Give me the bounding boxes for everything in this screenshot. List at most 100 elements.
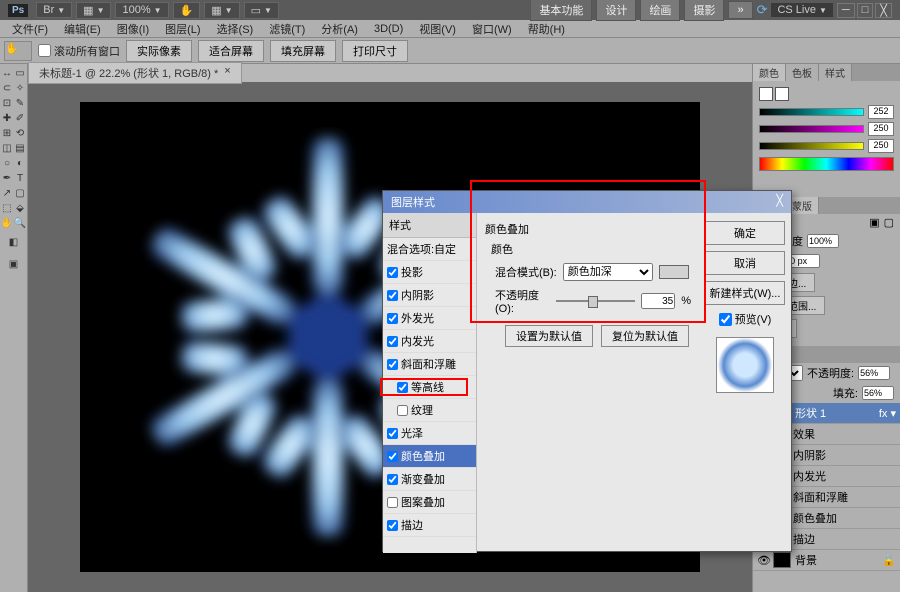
path-tool[interactable]: ↗ — [1, 186, 14, 201]
fg-swatch[interactable] — [759, 87, 773, 101]
preview-checkbox[interactable]: 预览(V) — [719, 311, 772, 327]
ok-button[interactable]: 确定 — [705, 221, 785, 245]
blur-tool[interactable]: ○ — [1, 156, 14, 171]
bg-swatch[interactable] — [775, 87, 789, 101]
hand-tool[interactable]: ✋ — [1, 216, 14, 231]
style-item-satin[interactable]: 光泽 — [383, 422, 476, 445]
set-default-button[interactable]: 设置为默认值 — [505, 325, 593, 347]
r-value[interactable]: 252 — [868, 105, 894, 119]
menu-analysis[interactable]: 分析(A) — [313, 21, 366, 37]
dialog-opacity-slider[interactable] — [556, 300, 635, 302]
lasso-tool[interactable]: ⊂ — [1, 81, 14, 96]
document-tab-close[interactable]: × — [224, 65, 230, 81]
menu-filter[interactable]: 滤镜(T) — [261, 21, 313, 37]
style-item-innerglow[interactable]: 内发光 — [383, 330, 476, 353]
workspace-photo[interactable]: 摄影 — [684, 0, 724, 21]
crop-tool[interactable]: ⊡ — [1, 96, 14, 111]
menu-edit[interactable]: 编辑(E) — [56, 21, 109, 37]
style-item-stroke[interactable]: 描边 — [383, 514, 476, 537]
menu-window[interactable]: 窗口(W) — [464, 21, 520, 37]
feather-input[interactable] — [788, 254, 820, 268]
fill-input[interactable] — [862, 386, 894, 400]
workspace-draw[interactable]: 绘画 — [640, 0, 680, 21]
dodge-tool[interactable]: ◐ — [14, 156, 27, 171]
hand-tool-icon[interactable]: ✋ — [173, 2, 201, 19]
cancel-button[interactable]: 取消 — [705, 251, 785, 275]
minimize-button[interactable]: ─ — [837, 3, 855, 18]
3d-tool[interactable]: ⬚ — [1, 201, 14, 216]
menu-file[interactable]: 文件(F) — [4, 21, 56, 37]
tab-color[interactable]: 颜色 — [753, 64, 786, 81]
g-slider[interactable] — [759, 125, 864, 133]
current-tool-icon[interactable]: ✋ — [4, 41, 32, 61]
gradient-tool[interactable]: ▤ — [14, 141, 27, 156]
style-item-dropshadow[interactable]: 投影 — [383, 261, 476, 284]
fit-screen-button[interactable]: 适合屏幕 — [198, 40, 264, 62]
3d-cam-tool[interactable]: ⬙ — [14, 201, 27, 216]
fill-screen-button[interactable]: 填充屏幕 — [270, 40, 336, 62]
stamp-tool[interactable]: ⊞ — [1, 126, 14, 141]
dialog-titlebar[interactable]: 图层样式 ╳ — [383, 191, 791, 213]
new-style-button[interactable]: 新建样式(W)... — [705, 281, 785, 305]
menu-layer[interactable]: 图层(L) — [157, 21, 208, 37]
tab-swatch[interactable]: 色板 — [786, 64, 819, 81]
dialog-opacity-input[interactable] — [641, 293, 675, 309]
overlay-color-swatch[interactable] — [659, 265, 689, 279]
vector-mask-icon[interactable]: ▢ — [884, 216, 894, 229]
pen-tool[interactable]: ✒ — [1, 171, 14, 186]
menu-select[interactable]: 选择(S) — [209, 21, 262, 37]
marquee-tool[interactable]: ▭ — [14, 66, 27, 81]
tab-style[interactable]: 样式 — [819, 64, 852, 81]
shape-tool[interactable]: ▢ — [14, 186, 27, 201]
maximize-button[interactable]: □ — [857, 3, 874, 18]
r-slider[interactable] — [759, 108, 864, 116]
pixel-mask-icon[interactable]: ▣ — [869, 216, 879, 229]
zoom-tool[interactable]: 🔍 — [14, 216, 27, 231]
print-size-button[interactable]: 打印尺寸 — [342, 40, 408, 62]
menu-help[interactable]: 帮助(H) — [520, 21, 573, 37]
dialog-close-button[interactable]: ╳ — [776, 194, 783, 210]
menu-view[interactable]: 视图(V) — [411, 21, 464, 37]
style-item-innershadow[interactable]: 内阴影 — [383, 284, 476, 307]
layer-background[interactable]: 👁背景🔒 — [753, 550, 900, 571]
style-item-gradientoverlay[interactable]: 渐变叠加 — [383, 468, 476, 491]
layer-opacity-input[interactable] — [858, 366, 890, 380]
b-value[interactable]: 250 — [868, 139, 894, 153]
g-value[interactable]: 250 — [868, 122, 894, 136]
actual-pixels-button[interactable]: 实际像素 — [126, 40, 192, 62]
view-dropdown[interactable]: ▦ ▼ — [204, 2, 239, 19]
document-tab[interactable]: 未标题-1 @ 22.2% (形状 1, RGB/8) * × — [28, 62, 242, 84]
scroll-all-checkbox[interactable]: 滚动所有窗口 — [38, 43, 120, 59]
menu-image[interactable]: 图像(I) — [109, 21, 157, 37]
workspace-more[interactable]: » — [728, 1, 752, 19]
wand-tool[interactable]: ✧ — [14, 81, 27, 96]
workspace-design[interactable]: 设计 — [596, 0, 636, 21]
style-item-coloroverlay[interactable]: 颜色叠加 — [383, 445, 476, 468]
eraser-tool[interactable]: ◫ — [1, 141, 14, 156]
style-item-outerglow[interactable]: 外发光 — [383, 307, 476, 330]
heal-tool[interactable]: ✚ — [1, 111, 14, 126]
style-item-contour[interactable]: 等高线 — [383, 376, 476, 399]
refresh-icon[interactable]: ⟳ — [757, 2, 768, 18]
brush-tool[interactable]: ✐ — [14, 111, 27, 126]
layout-dropdown[interactable]: ▦ ▼ — [76, 2, 111, 19]
b-slider[interactable] — [759, 142, 864, 150]
menu-3d[interactable]: 3D(D) — [366, 23, 411, 35]
zoom-dropdown[interactable]: 100% ▼ — [115, 2, 168, 18]
workspace-basic[interactable]: 基本功能 — [530, 0, 592, 21]
style-item-bevel[interactable]: 斜面和浮雕 — [383, 353, 476, 376]
style-item-texture[interactable]: 纹理 — [383, 399, 476, 422]
history-brush-tool[interactable]: ⟲ — [14, 126, 27, 141]
spectrum-bar[interactable] — [759, 157, 894, 171]
type-tool[interactable]: T — [14, 171, 27, 186]
style-item-patternoverlay[interactable]: 图案叠加 — [383, 491, 476, 514]
mask-opacity-input[interactable] — [807, 234, 839, 248]
style-blending-options[interactable]: 混合选项:自定 — [383, 238, 476, 261]
close-button[interactable]: ╳ — [875, 3, 892, 18]
eyedropper-tool[interactable]: ✎ — [14, 96, 27, 111]
move-tool[interactable]: ↔ — [1, 66, 14, 81]
quickmask-toggle[interactable]: ▣ — [1, 253, 27, 275]
screen-mode-dropdown[interactable]: ▭ ▼ — [244, 2, 279, 19]
blend-mode-select-dialog[interactable]: 颜色加深 — [563, 263, 653, 281]
reset-default-button[interactable]: 复位为默认值 — [601, 325, 689, 347]
